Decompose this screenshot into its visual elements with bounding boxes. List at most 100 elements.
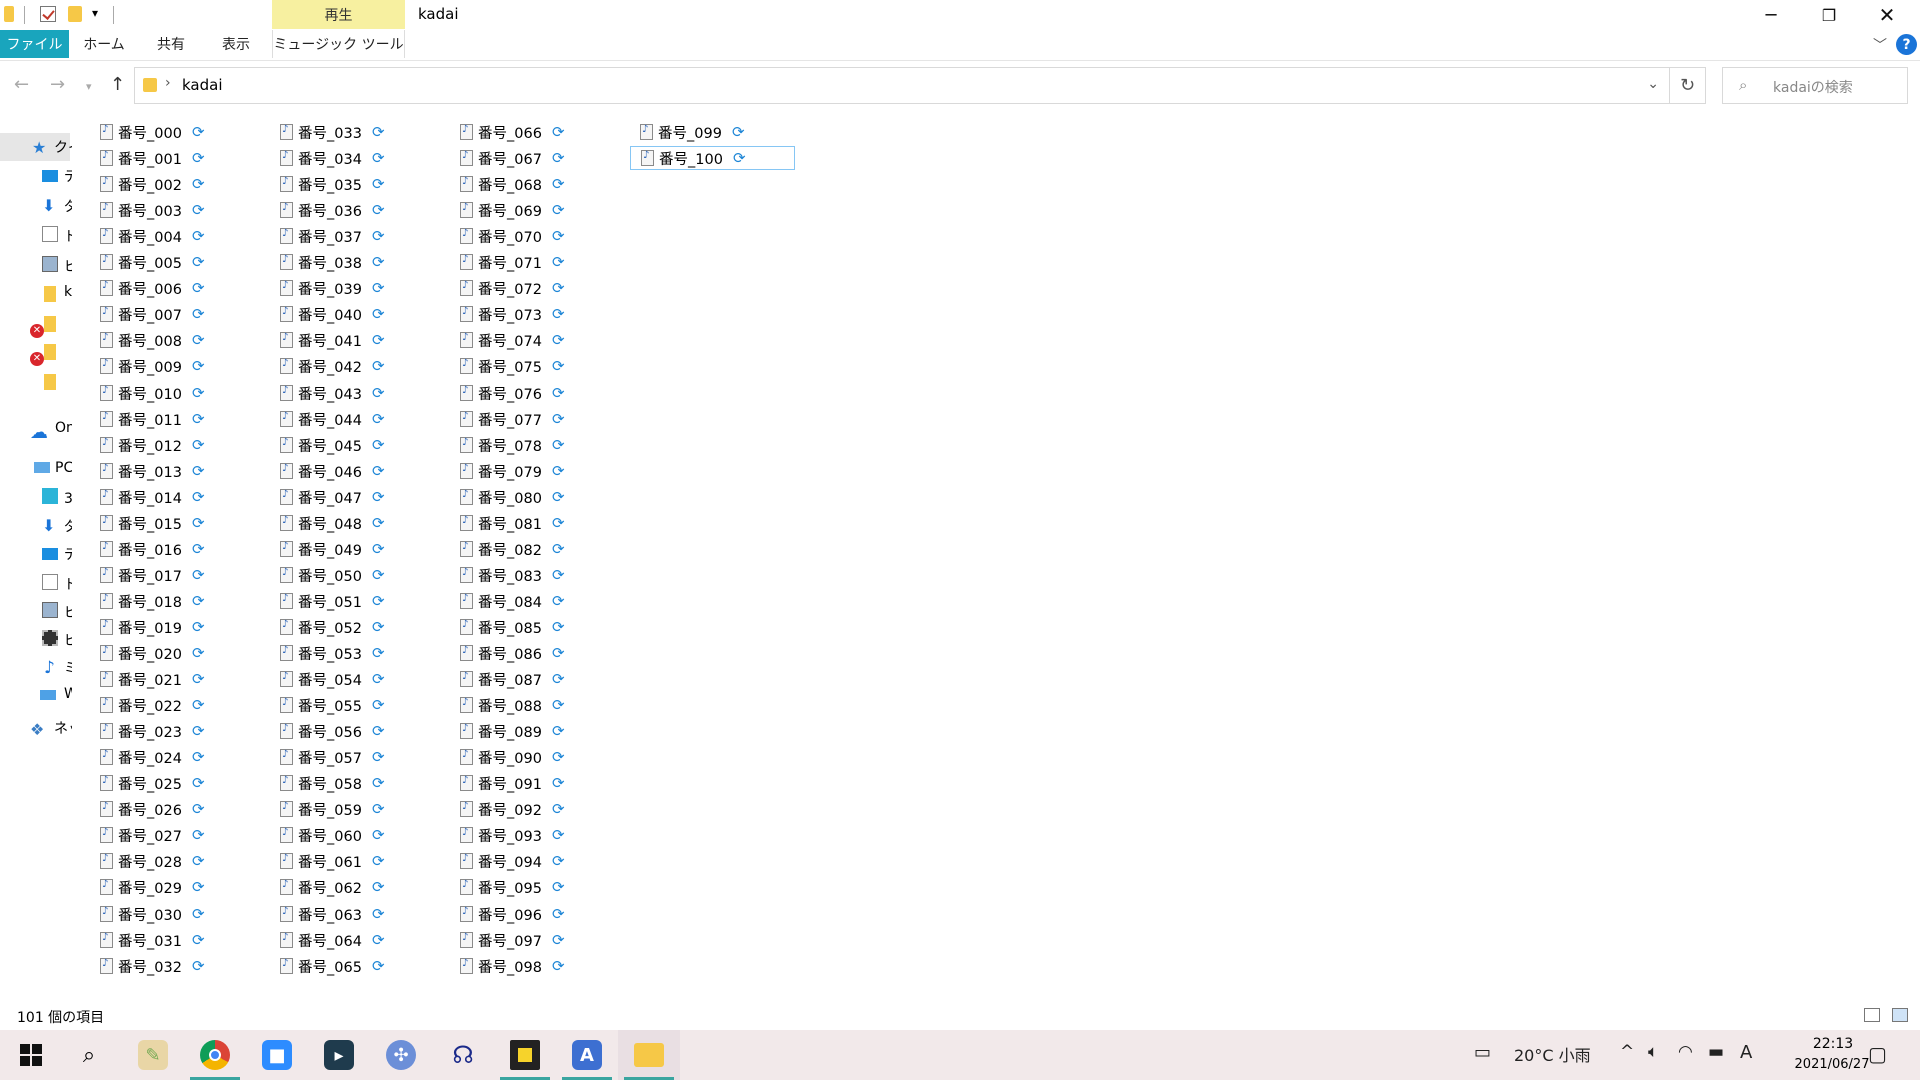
list-item[interactable]: 番号_035 ⟳: [270, 172, 435, 196]
list-item[interactable]: 番号_024 ⟳: [90, 745, 255, 769]
sidebar-item-desktop-pc[interactable]: デスクトップ: [64, 544, 72, 564]
list-item[interactable]: 番号_077 ⟳: [450, 407, 615, 431]
list-item[interactable]: 番号_015 ⟳: [90, 511, 255, 535]
list-item[interactable]: 番号_031 ⟳: [90, 928, 255, 952]
volume-icon[interactable]: 🔈︎: [1648, 1042, 1658, 1062]
paint-app-icon[interactable]: ✎: [122, 1030, 184, 1080]
list-item[interactable]: 番号_022 ⟳: [90, 693, 255, 717]
help-icon[interactable]: ?: [1896, 34, 1917, 55]
wifi-icon[interactable]: ◠: [1678, 1042, 1693, 1062]
list-item[interactable]: 番号_059 ⟳: [270, 797, 435, 821]
list-item[interactable]: 番号_089 ⟳: [450, 719, 615, 743]
minimize-button[interactable]: ─: [1742, 0, 1800, 30]
list-item[interactable]: 番号_067 ⟳: [450, 146, 615, 170]
list-item[interactable]: 番号_030 ⟳: [90, 902, 255, 926]
weather-text[interactable]: 20°C 小雨: [1514, 1042, 1591, 1066]
list-item[interactable]: 番号_019 ⟳: [90, 615, 255, 639]
list-item[interactable]: 番号_000 ⟳: [90, 120, 255, 144]
list-item[interactable]: 番号_078 ⟳: [450, 433, 615, 457]
list-item[interactable]: 番号_047 ⟳: [270, 485, 435, 509]
list-item[interactable]: 番号_048 ⟳: [270, 511, 435, 535]
tab-share[interactable]: 共有: [145, 30, 197, 58]
list-item[interactable]: 番号_036 ⟳: [270, 198, 435, 222]
list-item[interactable]: 番号_023 ⟳: [90, 719, 255, 743]
customize-quick-access-icon[interactable]: ▾: [92, 6, 98, 20]
list-item[interactable]: 番号_042 ⟳: [270, 354, 435, 378]
list-item[interactable]: 番号_008 ⟳: [90, 328, 255, 352]
zoom-icon[interactable]: ■: [246, 1030, 308, 1080]
list-item[interactable]: 番号_073 ⟳: [450, 302, 615, 326]
list-item[interactable]: 番号_056 ⟳: [270, 719, 435, 743]
chevron-right-icon[interactable]: ›: [165, 75, 171, 91]
chevron-down-icon[interactable]: ﹀: [1873, 35, 1887, 55]
search-input[interactable]: ⌕ kadaiの検索: [1722, 67, 1908, 104]
details-view-icon[interactable]: [1864, 1008, 1880, 1022]
tab-home[interactable]: ホーム: [76, 30, 132, 58]
chevron-up-icon[interactable]: ^: [1620, 1042, 1634, 1062]
list-item[interactable]: 番号_006 ⟳: [90, 276, 255, 300]
sidebar-item-pictures-pc[interactable]: ピクチャ: [64, 602, 72, 622]
list-item[interactable]: 番号_018 ⟳: [90, 589, 255, 613]
restore-button[interactable]: ❐: [1800, 0, 1858, 30]
list-item[interactable]: 番号_007 ⟳: [90, 302, 255, 326]
audio-app-icon[interactable]: ☊: [432, 1030, 494, 1080]
list-item[interactable]: 番号_083 ⟳: [450, 563, 615, 587]
list-item[interactable]: 番号_003 ⟳: [90, 198, 255, 222]
breadcrumb[interactable]: kadai: [182, 76, 223, 94]
list-item[interactable]: 番号_066 ⟳: [450, 120, 615, 144]
list-item[interactable]: 番号_045 ⟳: [270, 433, 435, 457]
list-item[interactable]: 番号_058 ⟳: [270, 771, 435, 795]
tab-view[interactable]: 表示: [210, 30, 262, 58]
sidebar-item-onedrive[interactable]: OneDrive: [55, 420, 72, 436]
notification-icon[interactable]: ▢: [1868, 1042, 1887, 1066]
folder-icon[interactable]: [4, 6, 14, 22]
list-item[interactable]: 番号_052 ⟳: [270, 615, 435, 639]
list-item[interactable]: 番号_090 ⟳: [450, 745, 615, 769]
list-item[interactable]: 番号_054 ⟳: [270, 667, 435, 691]
list-item[interactable]: 番号_065 ⟳: [270, 954, 435, 978]
sidebar-item-kadai[interactable]: kadai: [64, 284, 72, 300]
forward-arrow-icon[interactable]: →: [50, 74, 65, 95]
list-item[interactable]: 番号_040 ⟳: [270, 302, 435, 326]
list-item[interactable]: 番号_072 ⟳: [450, 276, 615, 300]
list-item[interactable]: 番号_029 ⟳: [90, 875, 255, 899]
list-item[interactable]: 番号_075 ⟳: [450, 354, 615, 378]
list-item[interactable]: 番号_093 ⟳: [450, 823, 615, 847]
sidebar-item-quick-access[interactable]: クイック アクセス: [54, 137, 72, 157]
list-item[interactable]: 番号_062 ⟳: [270, 875, 435, 899]
list-item[interactable]: 番号_050 ⟳: [270, 563, 435, 587]
sidebar-item-downloads[interactable]: ダウンロード: [64, 196, 72, 216]
list-item[interactable]: 番号_034 ⟳: [270, 146, 435, 170]
tab-file[interactable]: ファイル: [0, 30, 69, 58]
sidebar-item-pc[interactable]: PC: [55, 460, 72, 476]
list-item[interactable]: 番号_055 ⟳: [270, 693, 435, 717]
list-item[interactable]: 番号_027 ⟳: [90, 823, 255, 847]
weather-icon[interactable]: ▭: [1474, 1042, 1491, 1063]
list-item[interactable]: 番号_020 ⟳: [90, 641, 255, 665]
list-item[interactable]: 番号_084 ⟳: [450, 589, 615, 613]
sticky-notes-icon[interactable]: [494, 1030, 556, 1080]
list-item[interactable]: 番号_076 ⟳: [450, 381, 615, 405]
refresh-button[interactable]: ↻: [1670, 67, 1706, 104]
list-item[interactable]: 番号_060 ⟳: [270, 823, 435, 847]
list-item[interactable]: 番号_086 ⟳: [450, 641, 615, 665]
sidebar-item-windows[interactable]: Windows: [64, 686, 72, 702]
list-item[interactable]: 番号_016 ⟳: [90, 537, 255, 561]
list-item[interactable]: 番号_095 ⟳: [450, 875, 615, 899]
tab-music-tools[interactable]: ミュージック ツール: [272, 30, 405, 58]
list-item[interactable]: 番号_096 ⟳: [450, 902, 615, 926]
list-item[interactable]: 番号_068 ⟳: [450, 172, 615, 196]
list-item[interactable]: 番号_017 ⟳: [90, 563, 255, 587]
search-icon[interactable]: ⌕: [58, 1030, 120, 1080]
sidebar-item-videos[interactable]: ビデオ: [64, 630, 72, 650]
list-item[interactable]: 番号_099 ⟳: [630, 120, 795, 144]
list-item[interactable]: 番号_063 ⟳: [270, 902, 435, 926]
sidebar-item-music[interactable]: ミュージック: [64, 658, 72, 678]
back-arrow-icon[interactable]: ←: [14, 74, 29, 95]
list-item[interactable]: 番号_087 ⟳: [450, 667, 615, 691]
terminal-app-icon[interactable]: ▸: [308, 1030, 370, 1080]
list-item[interactable]: 番号_092 ⟳: [450, 797, 615, 821]
list-item[interactable]: 番号_098 ⟳: [450, 954, 615, 978]
sidebar-item-pictures[interactable]: ピクチャ: [64, 256, 72, 276]
list-item[interactable]: 番号_014 ⟳: [90, 485, 255, 509]
